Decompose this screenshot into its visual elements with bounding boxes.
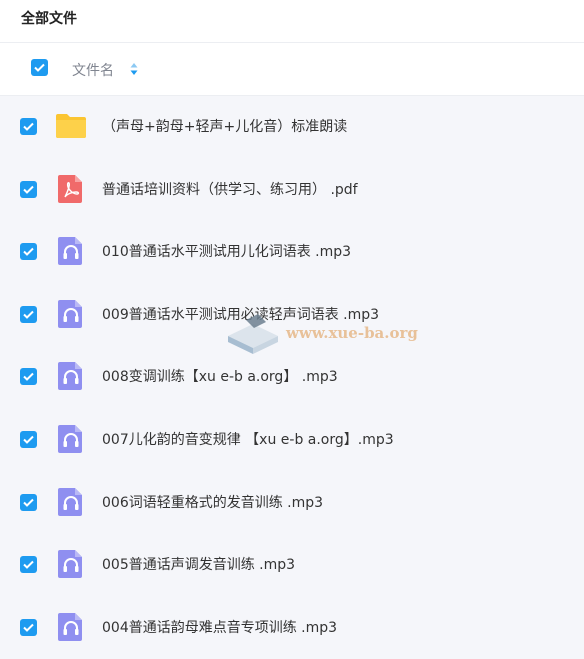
file-row[interactable]: 普通话培训资料（供学习、练习用） .pdf [0,159,584,222]
checkmark-icon [23,623,34,632]
audio-file-icon [58,299,82,328]
checkmark-icon [34,63,45,72]
audio-file-icon [58,424,82,453]
file-name[interactable]: （声母+韵母+轻声+儿化音）标准朗读 [102,116,347,136]
top-bar: 全部文件 [0,0,584,43]
row-checkbox[interactable] [20,243,37,261]
checkmark-icon [23,560,34,570]
file-row[interactable]: （声母+韵母+轻声+儿化音）标准朗读 [0,96,584,159]
row-checkbox[interactable] [20,118,37,135]
audio-file-icon [58,612,82,641]
checkmark-icon [23,373,34,382]
audio-file-icon [58,362,82,391]
row-checkbox[interactable] [20,618,37,636]
file-name[interactable]: 005普通话声调发音训练 .mp3 [102,554,295,574]
file-row[interactable]: 006词语轻重格式的发音训练 .mp3 [0,472,584,535]
row-checkbox[interactable] [20,493,37,511]
list-header: 文件名 [0,43,584,96]
row-checkbox[interactable] [20,368,37,386]
file-row[interactable]: 010普通话水平测试用儿化词语表 .mp3 [0,221,584,284]
folder-icon [56,114,86,138]
column-header-filename[interactable]: 文件名 [72,60,114,80]
file-name[interactable]: 010普通话水平测试用儿化词语表 .mp3 [102,241,351,261]
file-name[interactable]: 006词语轻重格式的发音训练 .mp3 [102,492,323,512]
audio-file-icon [58,487,82,516]
file-name[interactable]: 007儿化韵的音变规律 【xu e-b a.org】.mp3 [102,429,394,449]
checkmark-icon [23,498,34,507]
file-row[interactable]: 005普通话声调发音训练 .mp3 [0,534,584,597]
row-checkbox[interactable] [20,305,37,323]
file-name[interactable]: 004普通话韵母难点音专项训练 .mp3 [102,617,337,637]
select-all-checkbox[interactable] [31,59,48,76]
page-title: 全部文件 [21,11,77,27]
row-checkbox[interactable] [20,180,37,198]
row-checkbox[interactable] [20,556,37,574]
file-list: （声母+韵母+轻声+儿化音）标准朗读 普通话培训资料（供学习、练习用） .pdf… [0,96,584,659]
checkmark-icon [23,247,34,257]
row-checkbox[interactable] [20,430,37,448]
file-row[interactable]: 009普通话水平测试用必读轻声词语表 .mp3 [0,284,584,347]
audio-file-icon [58,550,82,579]
sort-arrows-icon [130,63,138,75]
file-row[interactable]: 007儿化韵的音变规律 【xu e-b a.org】.mp3 [0,409,584,472]
checkmark-icon [23,435,34,444]
sort-icon[interactable] [130,61,138,80]
checkmark-icon [23,310,34,319]
file-row[interactable]: 008变调训练【xu e-b a.org】 .mp3 [0,346,584,409]
pdf-icon [58,174,82,203]
audio-file-icon [58,237,82,266]
checkmark-icon [23,185,34,194]
checkmark-icon [23,122,34,131]
file-name[interactable]: 008变调训练【xu e-b a.org】 .mp3 [102,366,338,386]
file-name[interactable]: 009普通话水平测试用必读轻声词语表 .mp3 [102,304,379,324]
file-row[interactable]: 004普通话韵母难点音专项训练 .mp3 [0,597,584,659]
file-name[interactable]: 普通话培训资料（供学习、练习用） .pdf [102,179,358,199]
